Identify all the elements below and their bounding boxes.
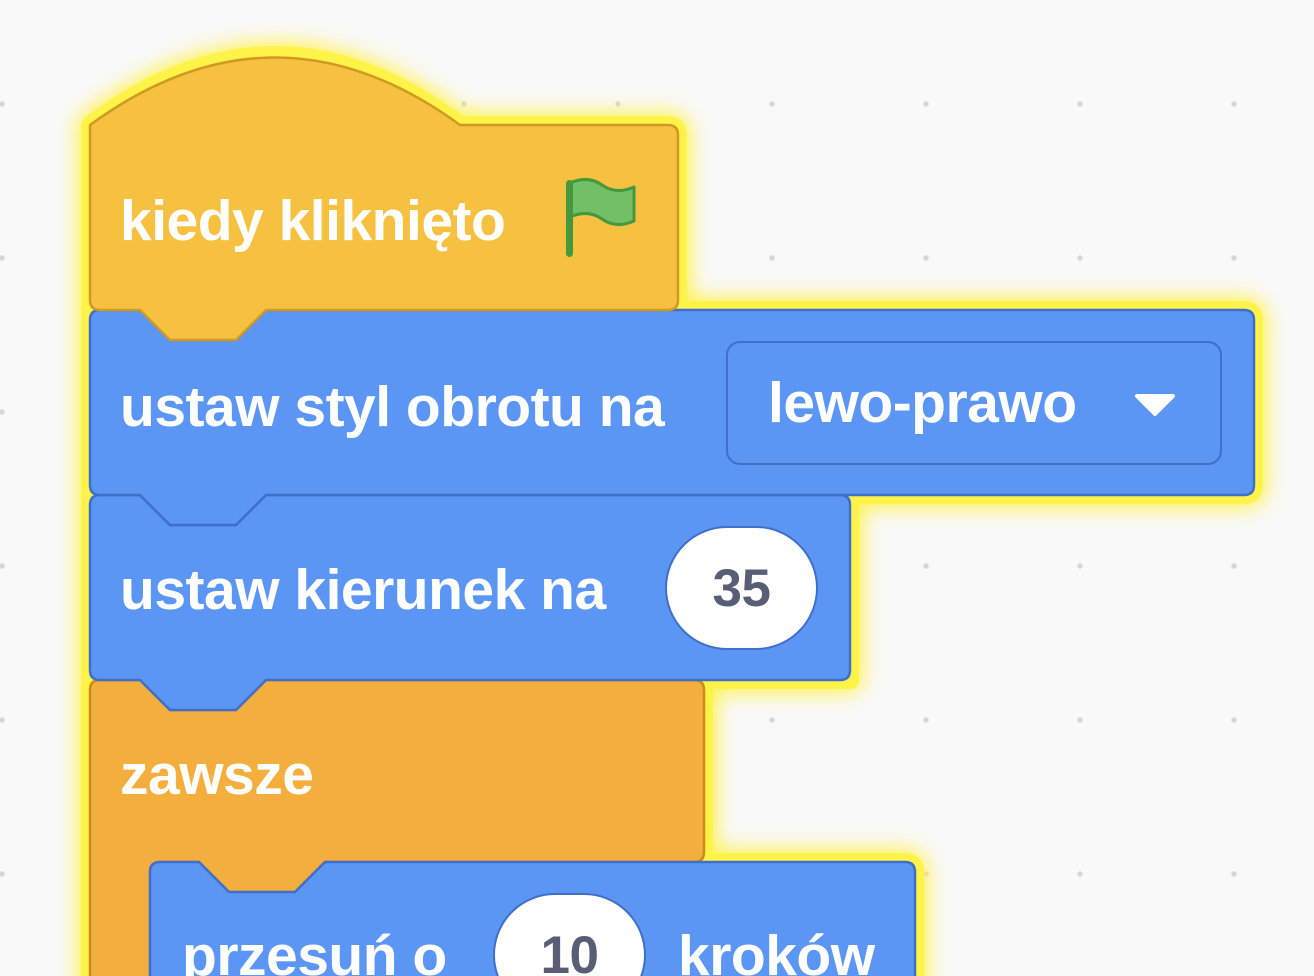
rotation-style-label: ustaw styl obrotu na bbox=[120, 375, 665, 439]
hat-block-label: kiedy kliknięto bbox=[120, 189, 506, 253]
move-label-after: kroków bbox=[678, 924, 875, 976]
rotation-style-dropdown[interactable]: lewo-prawo bbox=[726, 341, 1222, 465]
green-flag-icon bbox=[566, 178, 636, 257]
direction-label: ustaw kierunek na bbox=[120, 558, 606, 622]
direction-input[interactable]: 35 bbox=[665, 526, 818, 650]
chevron-down-icon bbox=[1135, 394, 1175, 416]
rotation-style-value: lewo-prawo bbox=[768, 371, 1077, 435]
script-stack bbox=[77, 42, 1267, 976]
move-label-before: przesuń o bbox=[182, 924, 447, 976]
forever-label: zawsze bbox=[120, 743, 314, 807]
code-workspace[interactable]: kiedy kliknięto ustaw styl obrotu na lew… bbox=[0, 0, 1314, 976]
